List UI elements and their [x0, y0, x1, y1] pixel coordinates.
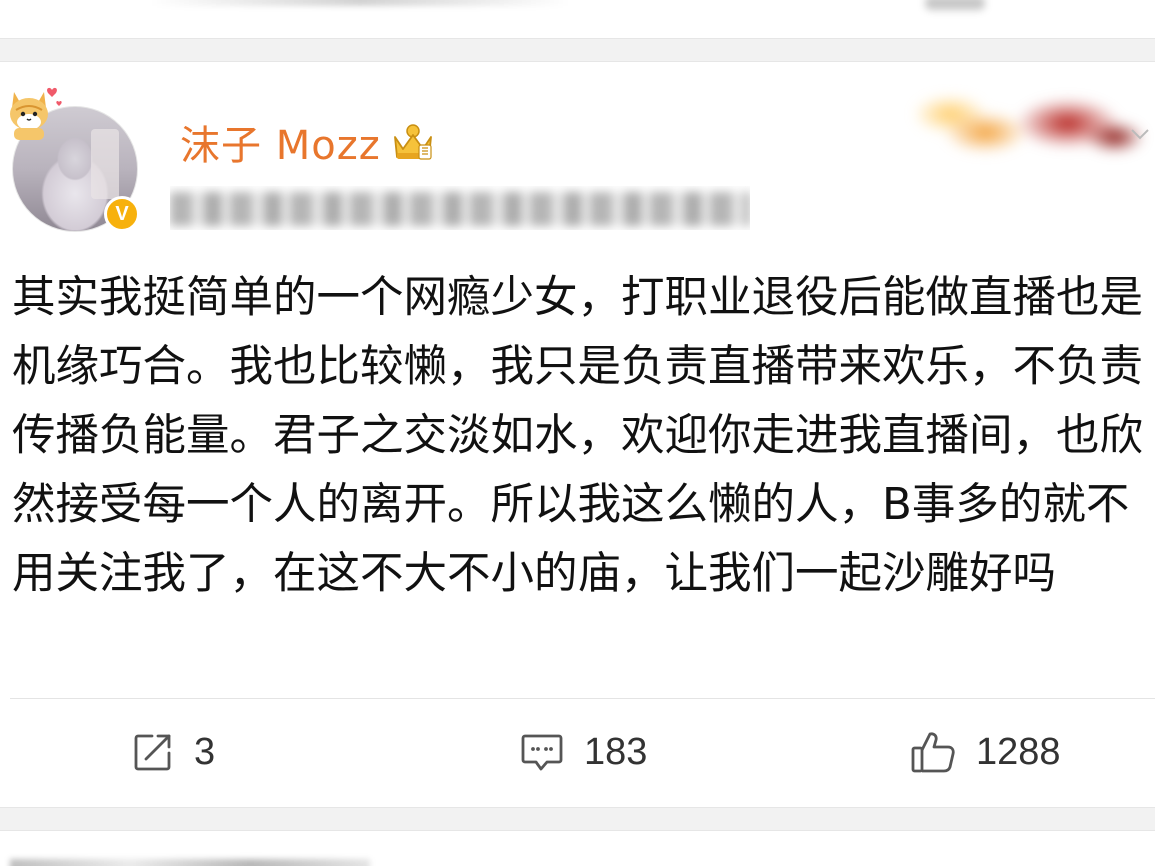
post-text: 其实我挺简单的一个网瘾少女，打职业退役后能做直播也是机缘巧合。我也比较懒，我只是…	[12, 273, 1143, 599]
like-count: 1288	[976, 730, 1061, 773]
weibo-feed: V 沫子 Mozz 其实我挺简单的一个网瘾少女，打职业退役后能做直播也是机缘巧合…	[0, 0, 1155, 866]
cat-sticker-icon	[10, 87, 62, 140]
author-name-row: 沫子 Mozz	[180, 117, 435, 169]
post-separator	[0, 38, 1155, 62]
comment-icon	[521, 734, 563, 771]
post-card: V 沫子 Mozz 其实我挺简单的一个网瘾少女，打职业退役后能做直播也是机缘巧合…	[0, 62, 1155, 807]
card-decoration	[915, 82, 1150, 174]
blurred-text	[170, 192, 750, 226]
post-separator	[0, 807, 1155, 831]
repost-icon	[134, 734, 171, 771]
post-action-bar: 3 183 1288	[0, 699, 1155, 807]
previous-post-remnant	[0, 0, 1155, 38]
chevron-down-icon[interactable]	[1128, 122, 1152, 146]
next-post-remnant	[0, 831, 1155, 866]
post-meta-blurred	[170, 186, 750, 230]
thumbs-up-icon	[911, 732, 955, 773]
blurred-text	[150, 0, 570, 6]
comment-button[interactable]: 183	[520, 727, 647, 777]
blurred-text	[10, 859, 370, 866]
repost-button[interactable]: 3	[132, 727, 215, 777]
verified-badge-icon: V	[104, 196, 140, 232]
repost-count: 3	[194, 730, 216, 773]
comment-count: 183	[584, 730, 648, 773]
crown-icon[interactable]	[391, 121, 435, 163]
blurred-text	[925, 0, 985, 10]
like-button[interactable]: 1288	[910, 727, 1061, 777]
author-name[interactable]: 沫子 Mozz	[180, 113, 381, 171]
